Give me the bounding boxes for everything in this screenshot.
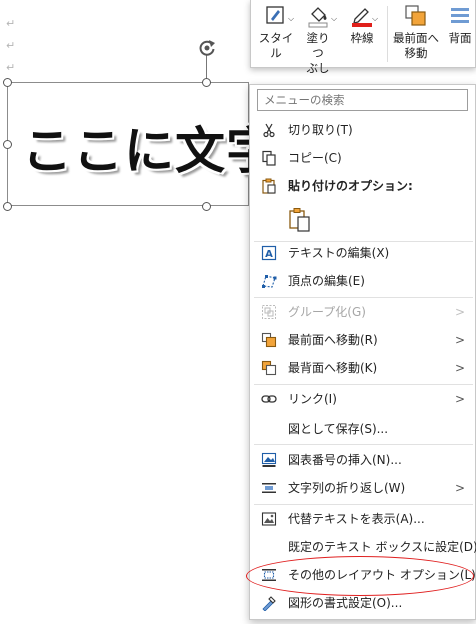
- menu-item-label: 最前面へ移動(R): [288, 333, 378, 347]
- bring-front-label-2: 移動: [404, 46, 428, 60]
- bring-to-front-button[interactable]: 最前面へ 移動: [391, 4, 441, 61]
- bring-to-front-icon: [261, 332, 277, 348]
- group-icon: [262, 305, 276, 319]
- menu-item-label: テキストの編集(X): [288, 246, 390, 260]
- resize-handle-top-middle[interactable]: [202, 78, 211, 87]
- menu-item-label: 図表番号の挿入(N)...: [288, 453, 402, 467]
- menu-item-label: グループ化(G): [288, 305, 366, 319]
- pen-outline-icon: [352, 8, 372, 27]
- fill-button[interactable]: 塗りつ ぶし: [301, 4, 335, 76]
- menu-search-input[interactable]: [257, 89, 468, 111]
- resize-handle-bottom-middle[interactable]: [202, 202, 211, 211]
- menu-item-label: 貼り付けのオプション:: [288, 179, 413, 193]
- menu-item-label: 切り取り(T): [288, 123, 353, 137]
- context-menu: 切り取り(T) コピー(C) 貼り付けのオプション: A テキストの編集(X): [249, 84, 476, 620]
- bring-to-front-icon: [405, 5, 426, 26]
- paint-bucket-icon: [308, 7, 328, 28]
- menu-item-label: 代替テキストを表示(A)...: [288, 512, 425, 526]
- shape-style-icon: [266, 6, 284, 24]
- menu-divider: [254, 504, 473, 505]
- menu-item-group: グループ化(G) >: [250, 299, 475, 325]
- toolbar-divider: [387, 6, 388, 62]
- svg-text:A: A: [265, 249, 273, 260]
- format-shape-icon: [262, 596, 276, 611]
- rotate-handle-icon[interactable]: [197, 38, 217, 58]
- highlight-ellipse: [246, 556, 474, 596]
- send-to-back-icon: [261, 360, 277, 376]
- paragraph-mark: ↵: [6, 61, 16, 74]
- menu-divider: [254, 297, 473, 298]
- menu-item-label: 最背面へ移動(K): [288, 361, 378, 375]
- paste-keep-formatting-icon[interactable]: [288, 207, 312, 233]
- resize-handle-top-left[interactable]: [3, 78, 12, 87]
- wrap-text-icon: [262, 483, 276, 493]
- insert-caption-icon: [261, 452, 277, 467]
- text-box-content[interactable]: ここに文字: [22, 111, 277, 183]
- back-label: 背面: [448, 31, 472, 45]
- menu-item-copy[interactable]: コピー(C): [250, 145, 475, 171]
- text-box-edit-icon: A: [261, 245, 277, 261]
- text-box[interactable]: ここに文字: [7, 82, 276, 206]
- fill-label-1: 塗りつ: [306, 31, 330, 60]
- resize-handle-bottom-left[interactable]: [3, 202, 12, 211]
- chevron-right-icon[interactable]: >: [455, 327, 465, 353]
- style-label: スタイル: [258, 31, 294, 60]
- menu-item-cut[interactable]: 切り取り(T): [250, 117, 475, 143]
- menu-item-save-as-picture[interactable]: 図として保存(S)...: [250, 416, 475, 442]
- chevron-down-icon[interactable]: ⌵: [331, 14, 337, 24]
- resize-handle-middle-left[interactable]: [3, 140, 12, 149]
- chevron-down-icon[interactable]: ⌵: [372, 14, 378, 24]
- chevron-right-icon: >: [454, 305, 465, 319]
- alt-text-icon: [261, 512, 277, 526]
- send-backward-button[interactable]: 背面: [445, 4, 475, 46]
- paragraph-mark: ↵: [6, 39, 16, 52]
- style-button[interactable]: スタイル: [257, 4, 295, 61]
- menu-item-alt-text[interactable]: 代替テキストを表示(A)...: [250, 506, 475, 532]
- copy-icon: [262, 150, 276, 166]
- mini-toolbar: スタイル ⌵ 塗りつ ぶし ⌵ 枠線 ⌵ 最前面へ 移動 背面: [250, 0, 476, 75]
- bring-front-label-1: 最前面へ: [393, 31, 439, 45]
- link-icon: [261, 395, 277, 403]
- menu-item-link[interactable]: リンク(I) >: [250, 386, 475, 412]
- menu-divider: [254, 384, 473, 385]
- fill-label-2: ぶし: [306, 61, 330, 75]
- menu-divider: [254, 444, 473, 445]
- menu-item-send-to-back[interactable]: 最背面へ移動(K) >: [250, 355, 475, 381]
- menu-item-insert-caption[interactable]: 図表番号の挿入(N)...: [250, 447, 475, 473]
- menu-item-label: コピー(C): [288, 151, 342, 165]
- menu-item-label: 文字列の折り返し(W): [288, 481, 406, 495]
- outline-button[interactable]: 枠線: [345, 4, 379, 46]
- edit-points-icon: [262, 275, 277, 288]
- chevron-right-icon[interactable]: >: [455, 355, 465, 381]
- menu-item-edit-text[interactable]: A テキストの編集(X): [250, 240, 475, 266]
- menu-item-label: リンク(I): [288, 392, 337, 406]
- clipboard-icon: [262, 178, 276, 194]
- menu-item-edit-points[interactable]: 頂点の編集(E): [250, 268, 475, 294]
- scissors-icon: [263, 123, 275, 138]
- send-back-icon: [451, 8, 469, 23]
- menu-item-bring-to-front[interactable]: 最前面へ移動(R) >: [250, 327, 475, 353]
- chevron-right-icon[interactable]: >: [455, 475, 465, 501]
- menu-item-wrap-text[interactable]: 文字列の折り返し(W) >: [250, 475, 475, 501]
- chevron-right-icon[interactable]: >: [455, 386, 465, 412]
- menu-item-label: 頂点の編集(E): [288, 274, 365, 288]
- chevron-down-icon[interactable]: ⌵: [288, 14, 294, 24]
- menu-item-paste-options: 貼り付けのオプション:: [250, 173, 475, 199]
- menu-item-label: 図として保存(S)...: [288, 422, 389, 436]
- outline-label: 枠線: [350, 31, 374, 45]
- paragraph-mark: ↵: [6, 17, 16, 30]
